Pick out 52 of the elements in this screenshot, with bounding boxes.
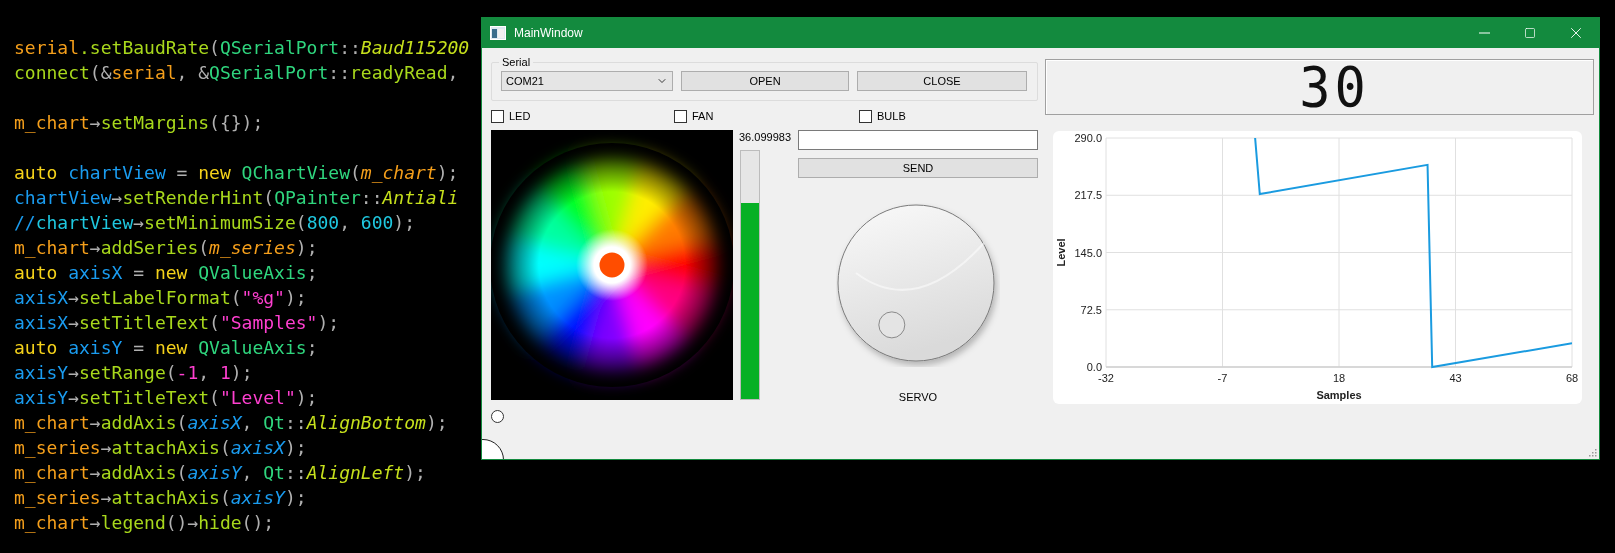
- code-line: m_series→attachAxis(axisY);: [14, 486, 307, 510]
- axis-title: Samples: [1316, 389, 1362, 401]
- axis-tick-label: 43: [1449, 372, 1462, 384]
- code-line: axisX→setTitleText("Samples");: [14, 311, 340, 335]
- checkbox[interactable]: [491, 109, 504, 123]
- code-line: m_chart→addSeries(m_series);: [14, 236, 318, 260]
- axis-tick-label: 217.5: [1074, 189, 1102, 202]
- color-wheel[interactable]: [491, 130, 733, 400]
- window-title: MainWindow: [514, 26, 584, 40]
- message-field[interactable]: [798, 130, 1038, 150]
- checkbox[interactable]: [859, 109, 872, 123]
- axis-tick-label: -32: [1098, 372, 1114, 384]
- code-line: auto chartView = new QChartView(m_chart);: [14, 161, 459, 185]
- resize-grip-icon[interactable]: [1587, 447, 1597, 457]
- group-title: Serial: [501, 56, 532, 68]
- code-line: chartView→setRenderHint(QPainter::Antiali: [14, 186, 459, 210]
- axis-tick-label: 145.0: [1074, 246, 1102, 259]
- sensor-reading: 36.099983: [739, 130, 791, 145]
- code-line: //chartView→setMinimumSize(800, 600);: [14, 211, 416, 235]
- code-line: auto axisY = new QValueAxis;: [14, 336, 318, 360]
- maximize-icon: [1524, 27, 1536, 39]
- code-line: axisY→setTitleText("Level");: [14, 386, 318, 410]
- axis-tick-label: -7: [1217, 372, 1228, 384]
- lcd-value: 30: [1299, 59, 1370, 115]
- window-icon: [490, 26, 506, 40]
- code-line: m_chart→addAxis(axisX, Qt::AlignBottom);: [14, 411, 448, 435]
- checkbox-label: BULB: [877, 110, 906, 122]
- checkbox-label: FAN: [692, 110, 714, 122]
- axis-tick-label: 18: [1332, 372, 1346, 384]
- radio-button[interactable]: [491, 410, 504, 423]
- code-line: m_chart→setMargins({});: [14, 111, 264, 135]
- code-line: m_chart→addAxis(axisY, Qt::AlignLeft);: [14, 461, 426, 485]
- minimize-icon: [1478, 32, 1490, 34]
- push-button[interactable]: CLOSE: [857, 71, 1027, 91]
- axis-tick-label: 68: [1565, 372, 1579, 384]
- code-line: connect(&serial, &QSerialPort::readyRead,: [14, 61, 459, 85]
- axis-title: Level: [1055, 238, 1067, 267]
- code-line: axisX→setLabelFormat("%g");: [14, 286, 307, 310]
- axis-tick-label: 0.0: [1086, 361, 1102, 373]
- code-line: m_chart→legend()→hide();: [14, 511, 275, 535]
- axis-tick-label: 72.5: [1080, 303, 1102, 316]
- code-line: axisY→setRange(-1, 1);: [14, 361, 253, 385]
- code-line: auto axisX = new QValueAxis;: [14, 261, 318, 285]
- code-line: serial.setBaudRate(QSerialPort::Baud115200: [14, 36, 470, 60]
- push-button[interactable]: OPEN: [681, 71, 849, 91]
- code-line: m_series→attachAxis(axisX);: [14, 436, 307, 460]
- send-button[interactable]: SEND: [798, 158, 1038, 178]
- port-dropdown[interactable]: COM21: [501, 71, 673, 91]
- axis-tick-label: 290.0: [1074, 132, 1102, 144]
- checkbox[interactable]: [674, 109, 687, 123]
- dial-label: SERVO: [898, 391, 938, 403]
- checkbox-label: LED: [509, 110, 531, 122]
